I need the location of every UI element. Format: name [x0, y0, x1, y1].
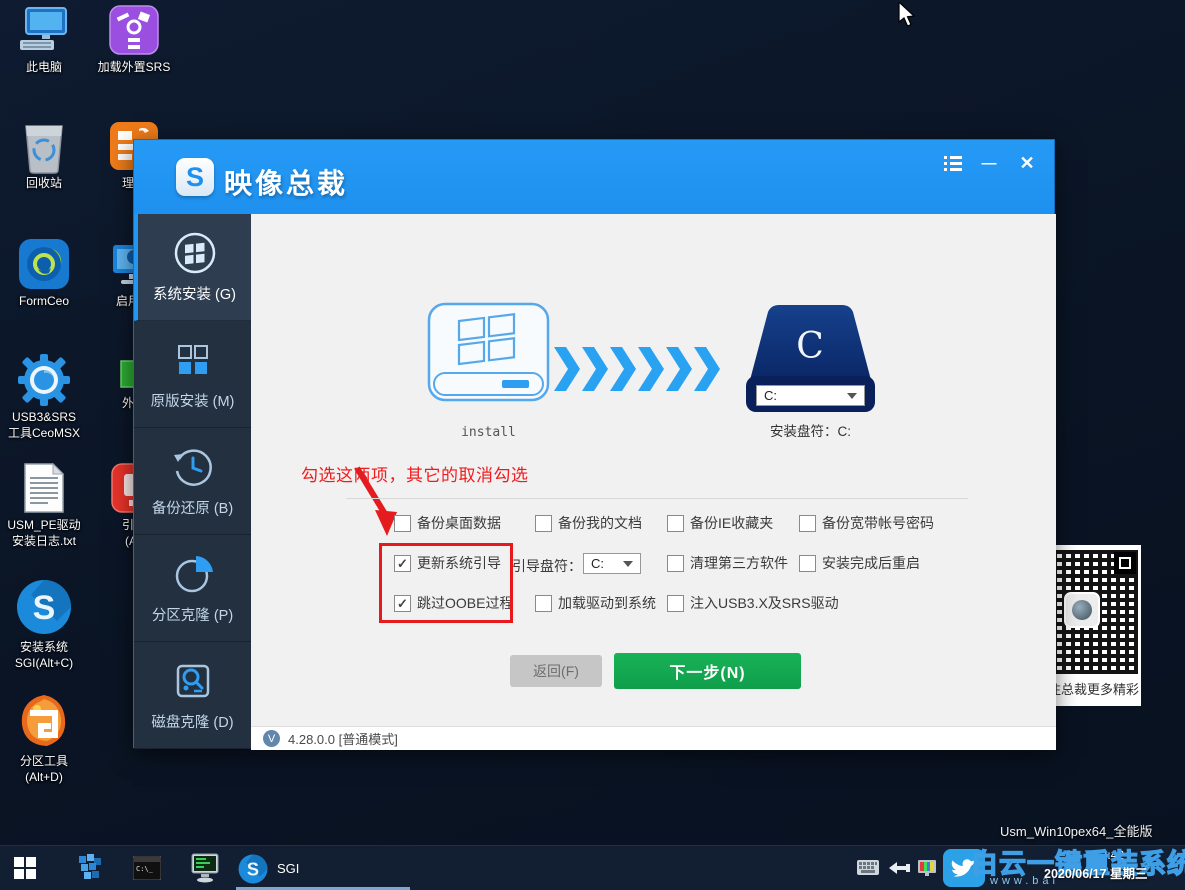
sidebar: 系统安装 (G) 原版安装 (M) 备份还原 (B) 分区克隆 (P) 磁盘克隆…	[134, 214, 251, 749]
checkbox-inject-usb3-srs[interactable]: 注入USB3.X及SRS驱动	[667, 593, 839, 613]
desktop-icon-label: FormCeo	[0, 293, 88, 309]
app-logo-icon: S	[176, 158, 214, 196]
qr-caption: 注总裁更多精彩	[1048, 679, 1139, 698]
firewire-icon	[90, 4, 178, 56]
pie-chart-icon	[171, 552, 215, 596]
tray-display-color-icon[interactable]	[916, 855, 938, 881]
boot-drive-label: 引导盘符：	[512, 556, 582, 576]
tray-date: 2020/06/17 星期三	[1044, 863, 1148, 882]
svg-text:S: S	[247, 859, 259, 879]
checkbox-reboot-after[interactable]: 安装完成后重启	[799, 553, 920, 573]
mouse-cursor	[898, 2, 916, 28]
title-bar: S 映像总裁 — ✕	[134, 140, 1054, 214]
windows-squares-icon	[171, 338, 215, 382]
desktop-icon-label: 回收站	[0, 175, 88, 191]
recycle-bin-icon	[0, 120, 88, 172]
sidebar-item-label: 磁盘克隆 (D)	[151, 711, 233, 732]
back-button[interactable]: 返回(F)	[510, 655, 602, 687]
desktop-icon-this-pc[interactable]: 此电脑	[0, 4, 88, 75]
desktop-icon-label: USM_PE驱动 安装日志.txt	[0, 517, 88, 549]
desktop-icon-usm-log[interactable]: USM_PE驱动 安装日志.txt	[0, 462, 88, 549]
checkbox-backup-documents[interactable]: 备份我的文档	[535, 513, 642, 533]
desktop-icon-recycle-bin[interactable]: 回收站	[0, 120, 88, 191]
svg-text:S: S	[33, 589, 56, 627]
desktop-icon-label: USB3&SRS 工具CeoMSX	[0, 409, 88, 441]
svg-text:C: C	[796, 326, 824, 367]
app-title: 映像总裁	[224, 162, 348, 202]
desktop-icon-formceo[interactable]: FormCeo	[0, 238, 88, 309]
start-button[interactable]	[12, 856, 38, 880]
svg-text:C:\_: C:\_	[136, 865, 154, 873]
desktop-icon-sgi[interactable]: S 安装系统 SGI(Alt+C)	[0, 578, 88, 671]
checkbox-load-drivers[interactable]: 加载驱动到系统	[535, 593, 656, 613]
sidebar-item-disk-clone[interactable]: 磁盘克隆 (D)	[134, 642, 251, 749]
checkbox-backup-broadband[interactable]: 备份宽带帐号密码	[799, 513, 934, 533]
desktop-icon-label: 此电脑	[0, 59, 88, 75]
desktop-icon-usb3-srs-tool[interactable]: USB3&SRS 工具CeoMSX	[0, 354, 88, 441]
sidebar-item-label: 系统安装 (G)	[153, 283, 236, 304]
history-clock-icon	[171, 445, 215, 489]
next-button[interactable]: 下一步(N)	[614, 653, 801, 689]
app-window: S 映像总裁 — ✕ 系统安装 (G) 原版安装 (M) 备份还原 (B)	[133, 139, 1055, 748]
sidebar-item-label: 分区克隆 (P)	[152, 604, 233, 625]
source-drive-icon	[426, 301, 551, 403]
main-panel: install C C: 安装盘符：C: 勾选这两项，其它的取消勾选	[251, 214, 1056, 726]
menu-icon[interactable]	[940, 152, 966, 174]
build-version-label: Usm_Win10pex64_全能版	[1000, 821, 1152, 840]
tray-usb-eject-icon[interactable]	[886, 860, 912, 876]
status-bar: V 4.28.0.0 [普通模式]	[251, 726, 1056, 750]
tray-keyboard-icon[interactable]	[856, 857, 880, 877]
minimize-button[interactable]: —	[976, 152, 1002, 174]
windows-circle-icon	[173, 231, 217, 275]
target-drive-icon: C C:	[743, 302, 878, 414]
caret-down-icon	[623, 561, 633, 567]
target-drive-select[interactable]: C:	[756, 385, 865, 406]
sidebar-item-partition-clone[interactable]: 分区克隆 (P)	[134, 535, 251, 642]
checkbox-backup-desktop[interactable]: 备份桌面数据	[394, 513, 501, 533]
desktop-icon-label: 安装系统 SGI(Alt+C)	[0, 639, 88, 671]
gear-icon	[0, 354, 88, 406]
desktop-icon-label: 分区工具 (Alt+D)	[0, 753, 88, 785]
caret-down-icon	[847, 393, 857, 399]
sidebar-item-system-install[interactable]: 系统安装 (G)	[134, 214, 251, 321]
target-drive-caption: 安装盘符：C:	[743, 420, 878, 440]
checkbox-backup-ie-favorites[interactable]: 备份IE收藏夹	[667, 513, 773, 533]
disk-search-icon	[171, 659, 215, 703]
taskbar-cmd-icon[interactable]: C:\_	[132, 855, 162, 881]
sidebar-item-backup-restore[interactable]: 备份还原 (B)	[134, 428, 251, 535]
version-text: 4.28.0.0 [普通模式]	[288, 729, 398, 748]
boot-drive-select[interactable]: C:	[583, 553, 641, 574]
checkbox-clean-thirdparty[interactable]: 清理第三方软件	[667, 553, 788, 573]
desktop-icon-label: 加载外置SRS	[90, 59, 178, 75]
text-file-icon	[0, 462, 88, 514]
sidebar-item-label: 备份还原 (B)	[152, 497, 233, 518]
annotation-highlight-rect	[379, 543, 513, 623]
formceo-icon	[0, 238, 88, 290]
sgi-app-icon: S	[0, 578, 88, 636]
taskbar-monitor-icon[interactable]	[190, 853, 220, 883]
close-button[interactable]: ✕	[1014, 152, 1040, 174]
sidebar-item-label: 原版安装 (M)	[151, 390, 235, 411]
source-drive-label: install	[426, 425, 551, 440]
taskbar-cube-icon[interactable]	[76, 853, 104, 883]
transfer-arrows-icon	[554, 347, 730, 391]
desktop-icon-load-srs[interactable]: 加载外置SRS	[90, 4, 178, 75]
version-badge-icon: V	[263, 730, 280, 747]
sidebar-item-original-install[interactable]: 原版安装 (M)	[134, 321, 251, 428]
desktop-icon-diskgenius[interactable]: 分区工具 (Alt+D)	[0, 692, 88, 785]
taskbar-sgi-label: SGI	[277, 861, 299, 876]
taskbar-sgi-button[interactable]: S SGI	[238, 850, 358, 887]
computer-icon	[0, 4, 88, 56]
divider	[346, 498, 968, 499]
annotation-text: 勾选这两项，其它的取消勾选	[301, 461, 529, 486]
partition-tool-icon	[0, 692, 88, 750]
sgi-taskbar-icon: S	[238, 854, 268, 884]
